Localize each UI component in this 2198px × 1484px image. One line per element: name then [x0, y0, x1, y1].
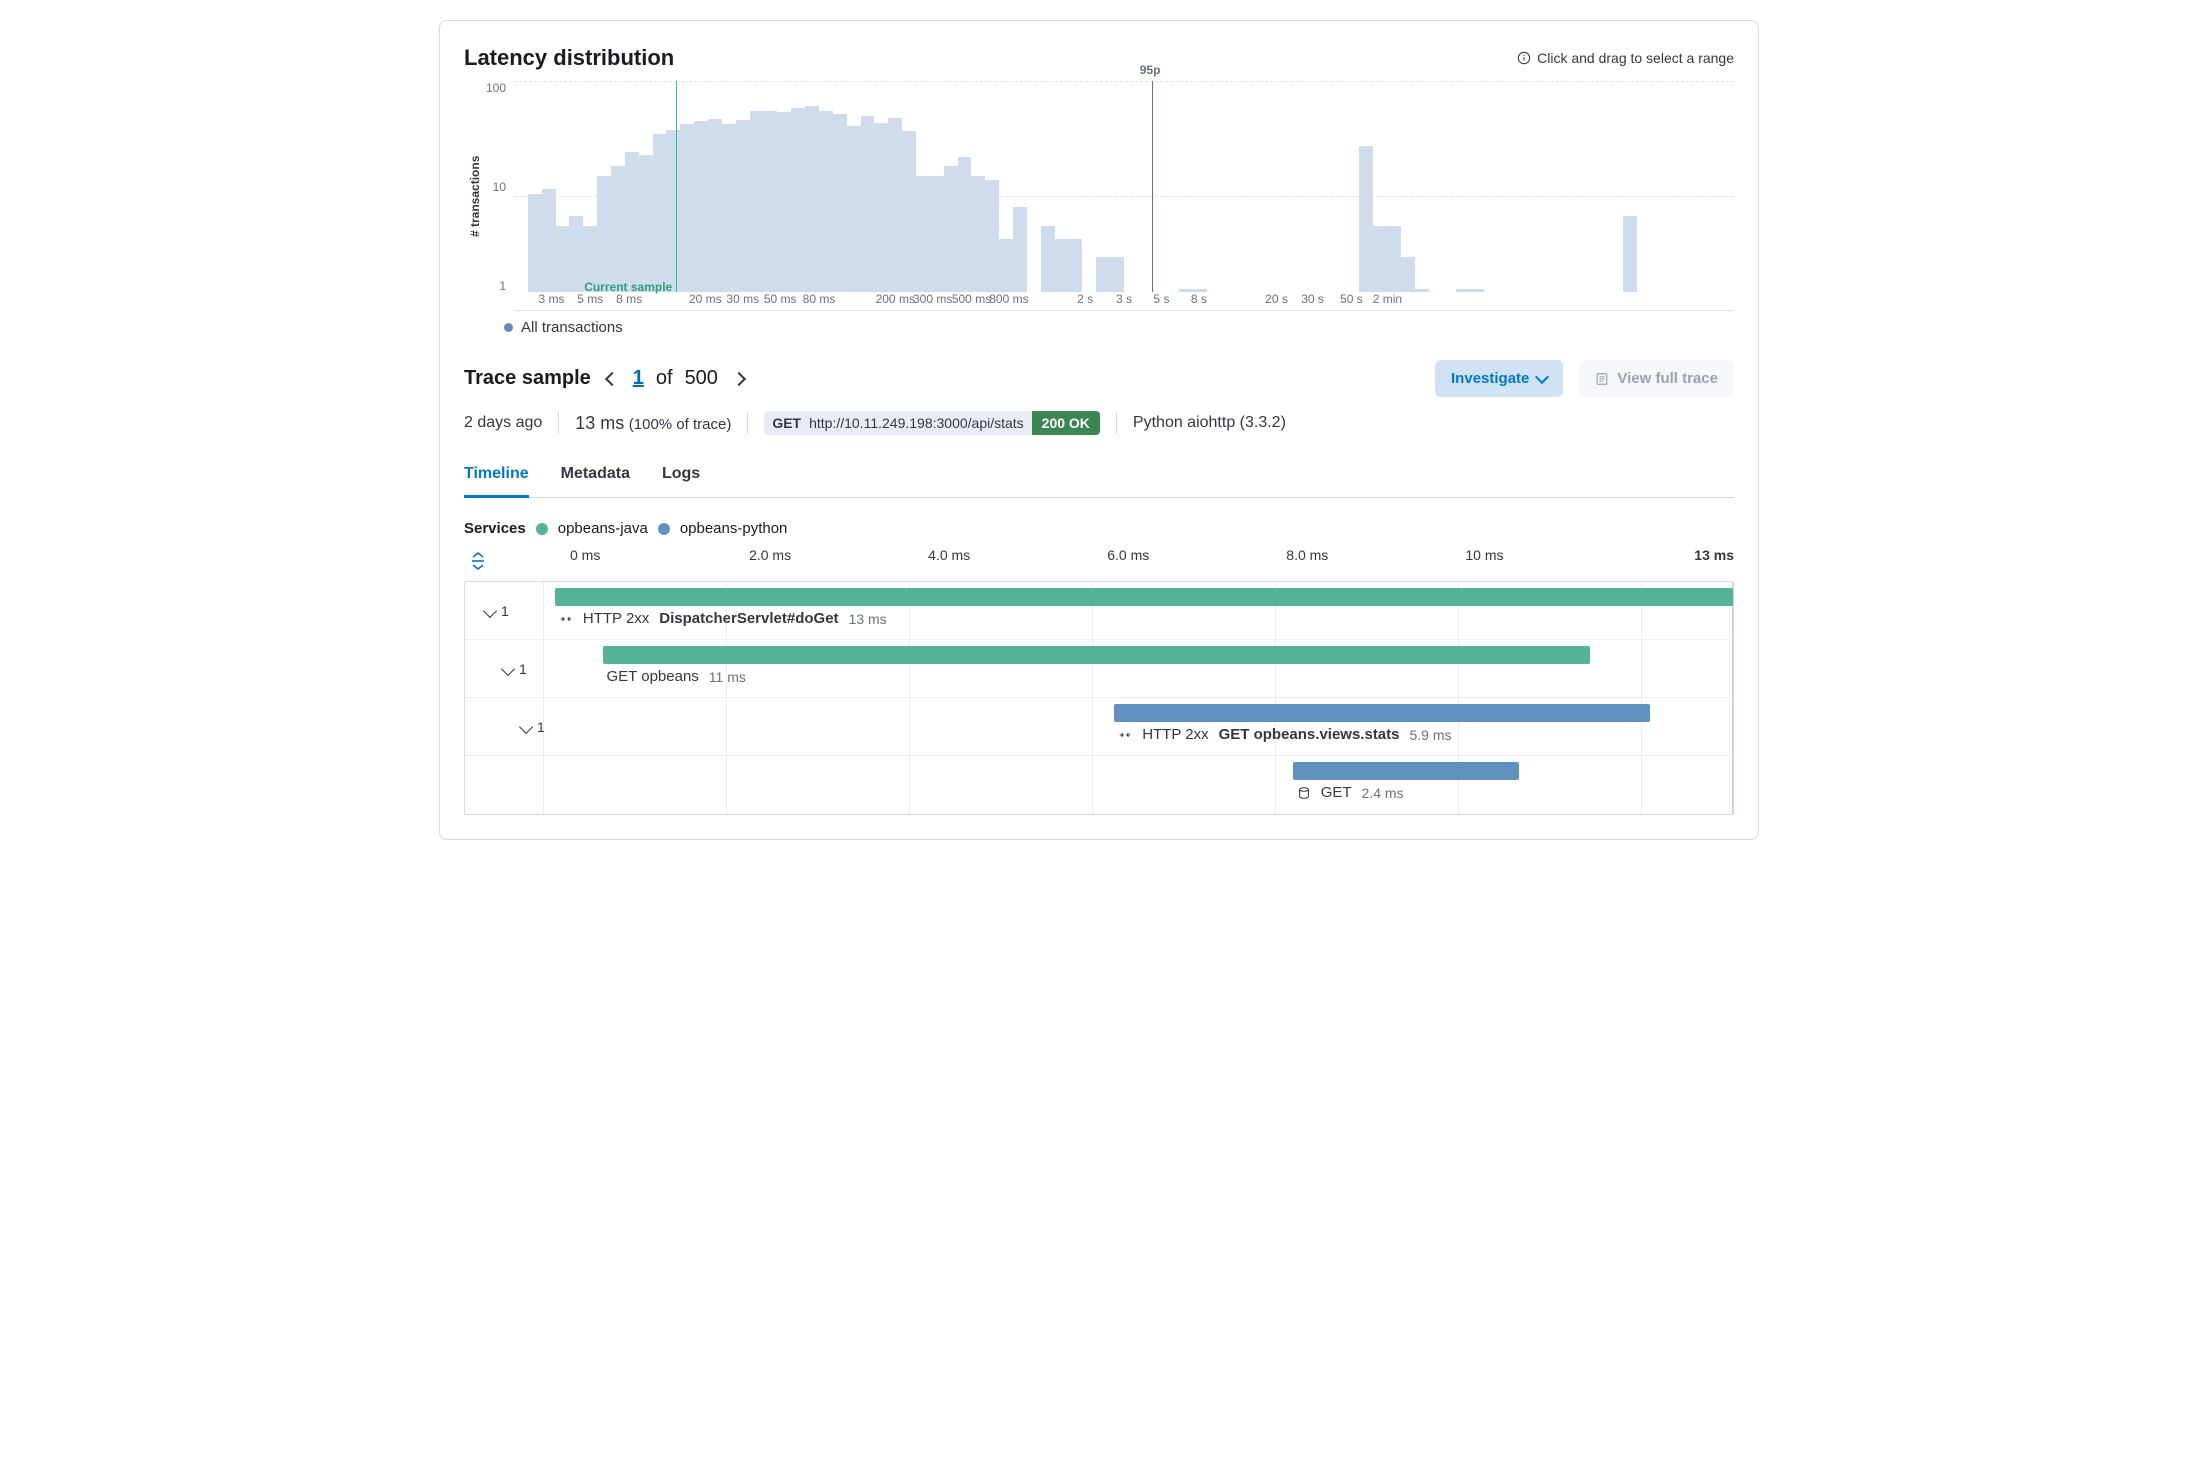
histogram-bar — [1096, 257, 1110, 292]
prev-sample-button[interactable] — [603, 363, 621, 394]
histogram-bar — [680, 124, 694, 292]
trace-duration: 13 ms — [575, 413, 624, 433]
histogram-bar — [1068, 239, 1082, 292]
histogram-bar — [736, 120, 750, 292]
span-duration: 5.9 ms — [1410, 727, 1452, 743]
histogram-bar — [1055, 239, 1069, 292]
histogram-bar — [777, 112, 791, 292]
span-bar — [1114, 704, 1650, 722]
histogram-bar — [916, 176, 930, 292]
waterfall-row[interactable]: 1 GET opbeans 11 ms — [465, 640, 1733, 698]
span-name: GET opbeans.views.stats — [1219, 726, 1400, 743]
service-dot-icon — [658, 523, 670, 535]
services-legend: Services opbeans-java opbeans-python — [464, 520, 1734, 537]
span-name: GET — [1321, 784, 1352, 801]
apm-panel: Latency distribution Click and drag to s… — [439, 20, 1759, 840]
span-name: DispatcherServlet#doGet — [659, 610, 838, 627]
histogram-bar — [653, 134, 667, 292]
histogram-bar — [944, 166, 958, 292]
histogram-bar — [1041, 226, 1055, 292]
histogram-bar — [639, 155, 653, 292]
histogram-bar — [847, 126, 861, 292]
histogram-bar — [1110, 257, 1124, 292]
histogram-bar — [625, 152, 639, 292]
histogram-bar — [999, 239, 1013, 292]
span-bar — [1293, 762, 1519, 780]
histogram-bar — [611, 166, 625, 292]
histogram-bar — [930, 176, 944, 292]
histogram-bar — [556, 226, 570, 292]
histogram-bar — [708, 119, 722, 292]
histogram-bar — [874, 123, 888, 292]
chart-legend: All transactions — [504, 319, 1734, 336]
histogram-bar — [861, 116, 875, 292]
trace-tabs: Timeline Metadata Logs — [464, 455, 1734, 498]
expand-toggle[interactable]: 1 — [493, 640, 537, 697]
histogram-bar — [597, 176, 611, 292]
histogram-bar — [694, 121, 708, 292]
histogram-bar — [902, 131, 916, 292]
agent-label: Python aiohttp (3.3.2) — [1133, 414, 1286, 432]
chart-yticks: 100 10 1 — [486, 81, 514, 311]
next-sample-button[interactable] — [730, 363, 748, 394]
trace-meta: 2 days ago 13 ms (100% of trace) GET htt… — [464, 411, 1734, 435]
expand-toggle[interactable]: 1 — [475, 582, 519, 639]
histogram-bar — [971, 176, 985, 292]
p95-label: 95p — [1140, 63, 1161, 77]
waterfall-row[interactable]: 1HTTP 2xxDispatcherServlet#doGet13 ms — [465, 582, 1733, 640]
histogram-bar — [985, 180, 999, 292]
tab-logs[interactable]: Logs — [662, 455, 700, 498]
span-bar — [603, 646, 1591, 664]
histogram-bar — [958, 157, 972, 292]
expand-toggle[interactable]: 1 — [511, 698, 555, 755]
service-dot-icon — [536, 523, 548, 535]
histogram-bar — [1623, 216, 1637, 292]
waterfall-max-tick: 13 ms — [1694, 547, 1734, 563]
histogram-bar — [1387, 226, 1401, 292]
histogram-bar — [1359, 146, 1373, 292]
investigate-button[interactable]: Investigate — [1435, 360, 1563, 397]
info-icon — [1517, 51, 1531, 65]
latency-histogram[interactable]: # transactions 100 10 1 Current sample 9… — [464, 81, 1734, 311]
view-full-trace-button[interactable]: View full trace — [1579, 360, 1734, 397]
chart-ylabel: # transactions — [464, 81, 486, 311]
histogram-bar — [1401, 257, 1415, 292]
section-title: Latency distribution — [464, 45, 674, 71]
histogram-bar — [528, 194, 542, 292]
trace-age: 2 days ago — [464, 414, 542, 432]
span-bar — [555, 588, 1733, 606]
waterfall: 1HTTP 2xxDispatcherServlet#doGet13 ms1GE… — [464, 581, 1734, 815]
tab-metadata[interactable]: Metadata — [561, 455, 630, 498]
histogram-bar — [722, 124, 736, 292]
chevron-down-icon — [1535, 370, 1549, 384]
histogram-bar — [805, 106, 819, 292]
histogram-bar — [1373, 226, 1387, 292]
histogram-bar — [764, 111, 778, 292]
histogram-bar — [888, 118, 902, 293]
histogram-bar — [791, 108, 805, 292]
collapse-all-button[interactable] — [464, 552, 492, 570]
waterfall-row[interactable]: 1HTTP 2xxGET opbeans.views.stats5.9 ms — [465, 698, 1733, 756]
span-duration: 11 ms — [709, 669, 746, 685]
histogram-bar — [833, 114, 847, 292]
histogram-bar — [1013, 207, 1027, 292]
histogram-bar — [750, 111, 764, 292]
span-duration: 13 ms — [849, 611, 887, 627]
span-duration: 2.4 ms — [1362, 785, 1404, 801]
document-icon — [1595, 372, 1609, 386]
span-name: GET opbeans — [607, 668, 699, 685]
trace-sample-nav: Trace sample 1 of 500 — [464, 363, 748, 394]
histogram-bar — [542, 189, 556, 292]
current-sample-number[interactable]: 1 — [633, 367, 644, 390]
histogram-bar — [819, 111, 833, 292]
http-badge: GET http://10.11.249.198:3000/api/stats … — [764, 411, 1100, 435]
drag-hint: Click and drag to select a range — [1517, 50, 1734, 66]
legend-dot-icon — [504, 323, 513, 332]
histogram-bar — [666, 130, 680, 292]
waterfall-row[interactable]: GET 2.4 ms — [465, 756, 1733, 814]
tab-timeline[interactable]: Timeline — [464, 455, 529, 498]
